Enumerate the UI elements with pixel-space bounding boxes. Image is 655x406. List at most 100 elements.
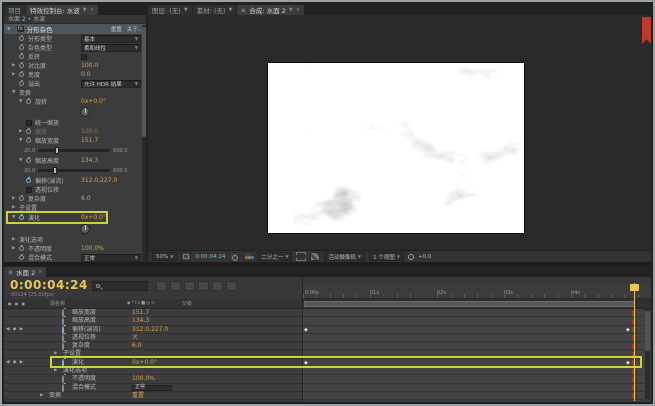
row-invert[interactable]: 反转 xyxy=(4,52,146,61)
source-name-column[interactable]: 源名称 xyxy=(50,300,65,307)
blend-mode-tl-dropdown[interactable]: 正常 xyxy=(132,385,172,391)
rotation-value[interactable]: 0x+0.0° xyxy=(81,98,106,105)
stopwatch-icon[interactable] xyxy=(26,158,31,163)
transform-reset-link[interactable]: 重置 xyxy=(132,392,144,400)
twirl-closed-icon[interactable]: ▶ xyxy=(54,351,57,356)
row-complexity[interactable]: ▶ 复杂度 6.0 xyxy=(4,194,146,203)
twirl-open-icon[interactable]: ▼ xyxy=(19,99,26,104)
track-row-blend-mode[interactable] xyxy=(303,384,651,392)
view-layout-dropdown[interactable]: 1 个视图 ▼ xyxy=(369,252,404,261)
perspective-offset-checkbox[interactable] xyxy=(26,187,32,193)
panel-menu-icon[interactable]: ▼ xyxy=(289,7,293,13)
row-contrast[interactable]: ▶ 对比度 100.0 xyxy=(4,61,146,70)
zoom-dropdown[interactable]: 50% ▼ xyxy=(152,252,177,261)
slider-handle[interactable] xyxy=(53,167,57,174)
scale-height-value[interactable]: 134.3 xyxy=(81,157,98,164)
track-row-scale-width[interactable] xyxy=(303,309,651,317)
evolution-value[interactable]: 0x+0.0° xyxy=(81,214,106,221)
snapshot-icon[interactable] xyxy=(229,252,239,261)
viewer-timecode[interactable]: 0:00:04:24 xyxy=(195,254,225,260)
row-evolution[interactable]: ▼ 演化 0x+0.0° xyxy=(4,212,146,223)
row-opacity[interactable]: ▶ 不透明度 100.0% xyxy=(4,244,146,253)
offset-turbulence-value[interactable]: 312.0,227.0 xyxy=(81,177,117,184)
track-row-transform[interactable] xyxy=(303,392,651,400)
noise-type-dropdown[interactable]: 柔和线性▼ xyxy=(81,44,141,52)
keyframe-diamond[interactable]: ◆ xyxy=(626,359,630,367)
track-row-opacity[interactable] xyxy=(303,375,651,383)
offset-turbulence-tl-value[interactable]: 312.0,227.0 xyxy=(132,326,168,334)
twirl-open-icon[interactable]: ▼ xyxy=(12,215,19,220)
chevron-down-icon[interactable]: ▼ xyxy=(229,7,233,13)
active-camera-dropdown[interactable]: 活动摄像机 ▼ xyxy=(324,252,365,261)
keyframe-diamond[interactable]: ◆ xyxy=(626,326,630,334)
rotation-dial[interactable] xyxy=(80,107,90,117)
twirl-open-icon[interactable]: ▼ xyxy=(19,138,26,143)
motion-blur-icon[interactable] xyxy=(212,281,223,291)
opacity-value[interactable]: 100.0% xyxy=(81,245,104,252)
twirl-closed-icon[interactable]: ▶ xyxy=(12,246,19,251)
stopwatch-icon[interactable] xyxy=(26,99,31,104)
tab-timeline-comp[interactable]: 水面 2 × xyxy=(4,267,46,277)
composition-viewer-panel[interactable] xyxy=(148,15,651,250)
track-row-evolution-options[interactable] xyxy=(303,367,651,375)
slider-handle[interactable] xyxy=(55,147,59,154)
tab-footage-viewer[interactable]: 素材: (无) ▼ xyxy=(193,5,237,15)
tl-row-offset-turbulence[interactable]: ◀ ◆ ▶ 偏移(湍流) 312.0,227.0 xyxy=(4,326,302,334)
group-row-transform[interactable]: ▼ 变换 xyxy=(4,88,146,97)
twirl-open-icon[interactable]: ▼ xyxy=(19,158,26,163)
current-time-indicator[interactable] xyxy=(634,283,635,401)
current-timecode[interactable]: 0:00:04:24 xyxy=(10,278,88,292)
tab-comp-viewer[interactable]: 合成: 水面 2 ▼ × xyxy=(237,5,304,15)
stopwatch-icon[interactable] xyxy=(19,81,24,86)
draft-3d-icon[interactable] xyxy=(170,281,181,291)
twirl-closed-icon[interactable]: ▶ xyxy=(12,72,19,77)
complexity-value[interactable]: 6.0 xyxy=(81,195,91,202)
work-area-span[interactable] xyxy=(304,301,635,307)
stopwatch-icon[interactable] xyxy=(19,54,24,59)
transparency-grid-icon[interactable] xyxy=(310,252,320,261)
keyframe-diamond[interactable]: ◆ xyxy=(304,359,308,367)
brightness-value[interactable]: 0.0 xyxy=(81,71,91,78)
perspective-offset-tl-value[interactable]: 关 xyxy=(132,334,138,342)
graph-editor-icon[interactable] xyxy=(226,281,237,291)
blend-mode-dropdown[interactable]: 正常▼ xyxy=(81,254,141,262)
tl-row-perspective-offset[interactable]: 透视位移 关 xyxy=(4,334,302,342)
tab-project[interactable]: 项目 xyxy=(4,5,25,15)
stopwatch-icon-active[interactable] xyxy=(19,215,24,220)
row-overflow[interactable]: 溢出 允许 HDR 结果▼ xyxy=(4,79,146,88)
evolution-dial[interactable] xyxy=(80,224,90,234)
keyframe-diamond[interactable]: ◆ xyxy=(304,326,308,334)
track-row-scale-height[interactable] xyxy=(303,317,651,325)
about-effect-link[interactable]: 关于... xyxy=(127,25,143,33)
tl-row-evolution[interactable]: ◀ ◆ ▶ 演化 0x+0.0° xyxy=(4,359,302,367)
row-scale[interactable]: ▶ 缩放 100.0 xyxy=(4,127,146,136)
hide-shy-layers-icon[interactable] xyxy=(184,281,195,291)
scale-height-tl-value[interactable]: 134.3 xyxy=(132,317,149,325)
stopwatch-icon[interactable] xyxy=(19,36,24,41)
overflow-dropdown[interactable]: 允许 HDR 结果▼ xyxy=(81,80,141,88)
tl-group-sub-settings[interactable]: ▶ 子设置 xyxy=(4,350,302,358)
track-row-offset-turbulence[interactable]: ◆ ◆ xyxy=(303,326,651,334)
stopwatch-icon[interactable] xyxy=(19,196,24,201)
tab-effect-console[interactable]: 特效控制台: 水波 ▼ × xyxy=(26,5,98,15)
track-row-perspective-offset[interactable] xyxy=(303,334,651,342)
keyframe-navigator[interactable]: ◀ ◆ ▶ xyxy=(6,360,24,365)
keyframe-navigator[interactable]: ◀ ◆ ▶ xyxy=(6,327,24,332)
row-perspective-offset[interactable]: 透视位移 xyxy=(4,185,146,194)
contrast-value[interactable]: 100.0 xyxy=(81,62,98,69)
twirl-open-icon[interactable]: ▼ xyxy=(12,90,19,95)
uniform-scaling-checkbox[interactable] xyxy=(26,120,32,126)
stopwatch-icon[interactable] xyxy=(19,72,24,77)
row-brightness[interactable]: ▶ 亮度 0.0 xyxy=(4,70,146,79)
timeline-scrollbar[interactable] xyxy=(645,309,650,399)
scale-value[interactable]: 100.0 xyxy=(81,128,98,135)
invert-checkbox[interactable] xyxy=(81,54,87,60)
exposure-value[interactable]: +0.0 xyxy=(418,254,431,260)
twirl-closed-icon[interactable]: ▶ xyxy=(12,205,19,210)
panel-menu-icon[interactable]: ▼ xyxy=(83,7,87,13)
tl-row-opacity[interactable]: 不透明度 100.0% xyxy=(4,375,302,383)
twirl-closed-icon[interactable]: ▶ xyxy=(12,63,19,68)
twirl-open-icon[interactable]: ▼ xyxy=(7,27,14,32)
row-fractal-type[interactable]: 分形类型 基本▼ xyxy=(4,34,146,43)
timeline-search-input[interactable] xyxy=(92,281,148,291)
